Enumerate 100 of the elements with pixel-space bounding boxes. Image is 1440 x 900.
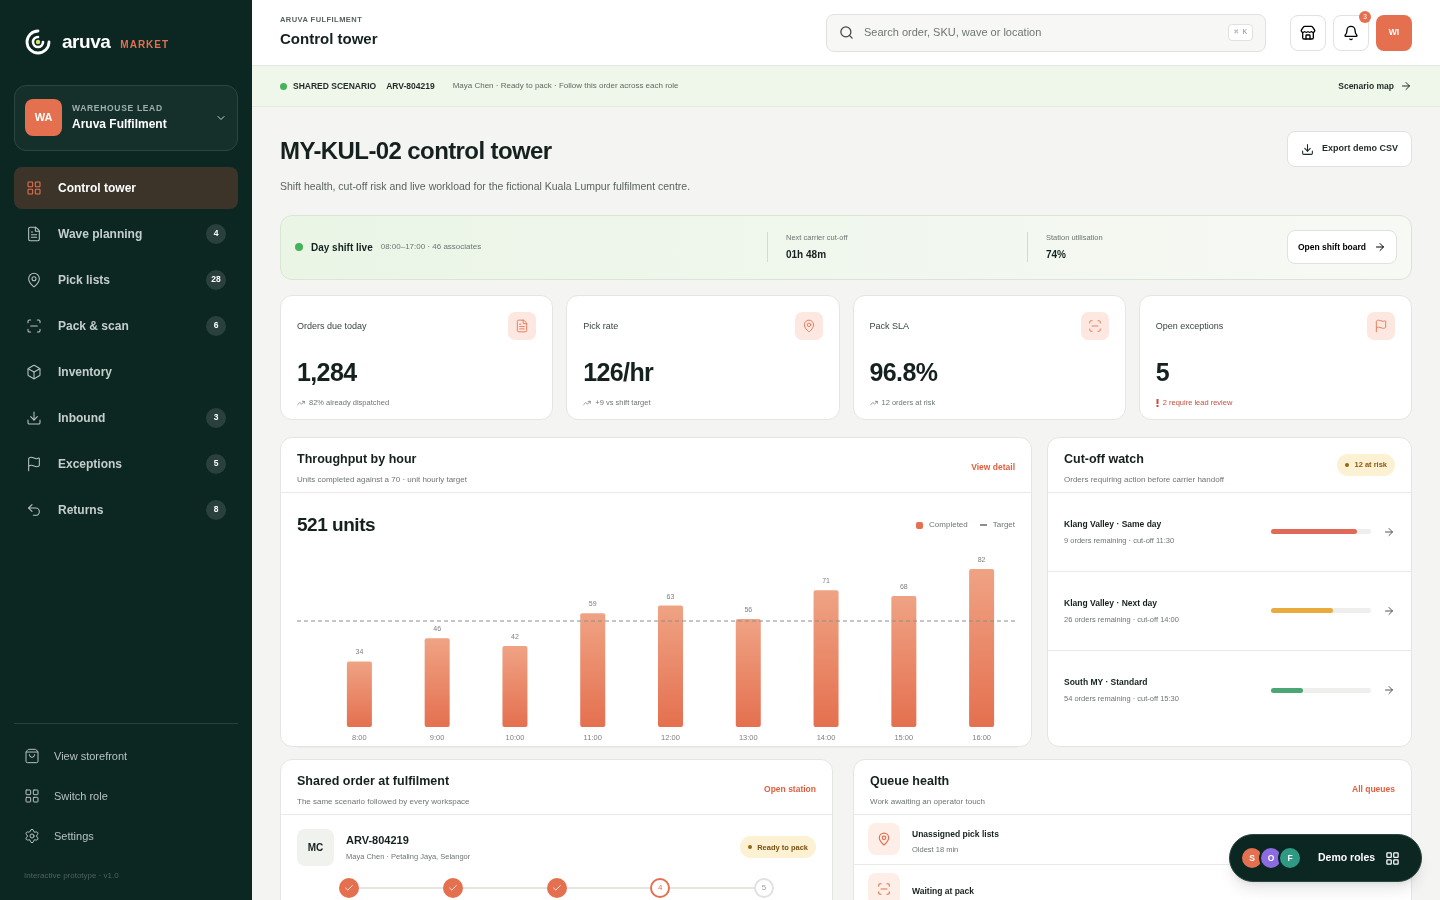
bell-icon — [1343, 24, 1359, 41]
nav-icon — [26, 271, 42, 288]
nav-icon — [26, 225, 42, 242]
arrow-icon — [1400, 80, 1412, 92]
card-title: Cut-off watch — [1064, 450, 1145, 468]
nav-icon — [24, 748, 40, 764]
footer-nav-item[interactable]: Settings — [14, 818, 238, 854]
card-link[interactable]: All queues — [1352, 782, 1395, 796]
queue-icon — [868, 823, 900, 856]
nav-item[interactable]: Pick lists 28 — [14, 258, 238, 301]
kpi-icon — [1080, 311, 1109, 340]
check-icon — [551, 882, 562, 893]
count-badge: 3 — [206, 407, 226, 428]
legend-item: Completed — [916, 519, 968, 531]
nav-icon — [26, 317, 42, 334]
kpi-label: Pack SLA — [869, 319, 910, 333]
kpi-label: Orders due today — [297, 319, 367, 333]
role-name: Aruva Fulfilment — [72, 115, 168, 133]
page-title: MY-KUL-02 control tower — [280, 136, 553, 166]
count-badge: 6 — [206, 315, 226, 336]
card-subtitle: Orders requiring action before carrier handoff — [1064, 473, 1224, 486]
nav-icon — [24, 828, 40, 844]
role-avatar: S — [1240, 846, 1264, 870]
footer-nav-item[interactable]: Switch role — [14, 778, 238, 814]
bar — [346, 661, 372, 728]
card-subtitle: The same scenario followed by every workspace — [297, 795, 470, 808]
kpi-value: 1,284 — [297, 356, 358, 388]
order-id: ARV-804219 — [346, 832, 410, 848]
nav-icon — [24, 788, 40, 804]
shift-board-button[interactable]: Open shift board — [1287, 230, 1397, 265]
role-switcher[interactable]: WA WAREHOUSE LEAD Aruva Fulfilment — [14, 84, 238, 151]
stat-value: 01h 48m — [786, 248, 828, 263]
card-link[interactable]: View detail — [971, 460, 1015, 474]
arrow-icon — [1374, 241, 1386, 254]
route-name: South MY · Standard — [1064, 676, 1149, 689]
queue-icon — [868, 873, 900, 900]
banner-order: ARV-804219 — [386, 79, 435, 93]
kpi-value: 96.8% — [869, 356, 939, 388]
total-units: 521 units — [297, 512, 376, 537]
nav-icon — [26, 179, 42, 196]
nav-icon — [26, 409, 42, 426]
queue-name: Waiting at pack — [912, 884, 975, 898]
banner-text: Maya Chen · Ready to pack · Follow this order across each role — [452, 80, 680, 92]
nav-item[interactable]: Inventory — [14, 350, 238, 393]
arrow-icon[interactable] — [1383, 525, 1395, 538]
step-pending: 5 — [754, 877, 774, 898]
banner-label: SHARED SCENARIO — [293, 79, 377, 93]
count-badge: 28 — [206, 269, 226, 290]
nav-item[interactable]: Wave planning 4 — [14, 212, 238, 255]
role-avatar: O — [1259, 846, 1283, 870]
stat-value: 74% — [1046, 248, 1067, 263]
footer-nav-item[interactable]: View storefront — [14, 738, 238, 774]
brand-tag: MARKET — [120, 36, 170, 52]
role-label: WAREHOUSE LEAD — [72, 102, 164, 115]
arrow-icon[interactable] — [1383, 684, 1395, 697]
check-icon — [447, 882, 458, 893]
check-icon — [344, 882, 354, 893]
alert-icon — [1155, 398, 1159, 407]
export-button[interactable]: Export demo CSV — [1287, 131, 1412, 167]
step-current: 4 — [650, 877, 671, 898]
kpi-label: Open exceptions — [1155, 319, 1224, 333]
nav-item[interactable]: Exceptions 5 — [14, 442, 238, 485]
customer-avatar: MC — [297, 828, 334, 866]
demo-roles-label: Demo roles — [1318, 850, 1376, 866]
grid-icon — [1385, 850, 1401, 866]
trend-icon — [297, 398, 305, 407]
nav-icon — [26, 363, 42, 380]
kpi-value: 5 — [1155, 356, 1171, 388]
header-title: Control tower — [280, 29, 379, 50]
trend-icon — [869, 398, 878, 407]
kpi-icon — [1367, 311, 1395, 340]
nav-item[interactable]: Control tower — [14, 166, 238, 209]
trend-icon — [583, 398, 592, 407]
nav-item[interactable]: Inbound 3 — [14, 396, 238, 439]
nav-item[interactable]: Pack & scan 6 — [14, 304, 238, 347]
card-subtitle: Work awaiting an operator touch — [870, 795, 986, 808]
store-button[interactable] — [1290, 14, 1326, 51]
card-title: Queue health — [870, 772, 951, 790]
download-icon — [1301, 142, 1314, 156]
demo-roles-button[interactable]: S O F Demo roles — [1229, 834, 1422, 882]
nav-item[interactable]: Returns 8 — [14, 488, 238, 531]
shift-detail: 08:00–17:00 · 46 associates — [380, 241, 483, 254]
arrow-icon[interactable] — [1383, 604, 1395, 617]
role-avatar: WA — [25, 99, 62, 136]
nav-icon — [26, 455, 42, 472]
logo-icon — [24, 28, 52, 57]
page-subtitle: Shift health, cut-off risk and live workload for the fictional Kuala Lumpur fulfilment centre. — [280, 179, 691, 194]
search-input[interactable]: Search order, SKU, wave or location — [864, 24, 1219, 41]
role-avatar: F — [1278, 846, 1302, 870]
card-title: Shared order at fulfilment — [297, 772, 451, 790]
queue-name: Unassigned pick lists — [912, 827, 999, 841]
kpi-icon — [508, 311, 537, 340]
card-subtitle: Units completed against a 70 · unit hourly target — [297, 473, 467, 486]
kpi-icon — [794, 311, 823, 340]
card-link[interactable]: Open station — [764, 782, 816, 796]
count-badge: 8 — [206, 499, 226, 520]
card-title: Throughput by hour — [297, 450, 418, 468]
kpi-label: Pick rate — [583, 319, 619, 333]
search-icon — [839, 25, 854, 40]
scenario-map-link[interactable]: Scenario map — [1338, 79, 1412, 93]
